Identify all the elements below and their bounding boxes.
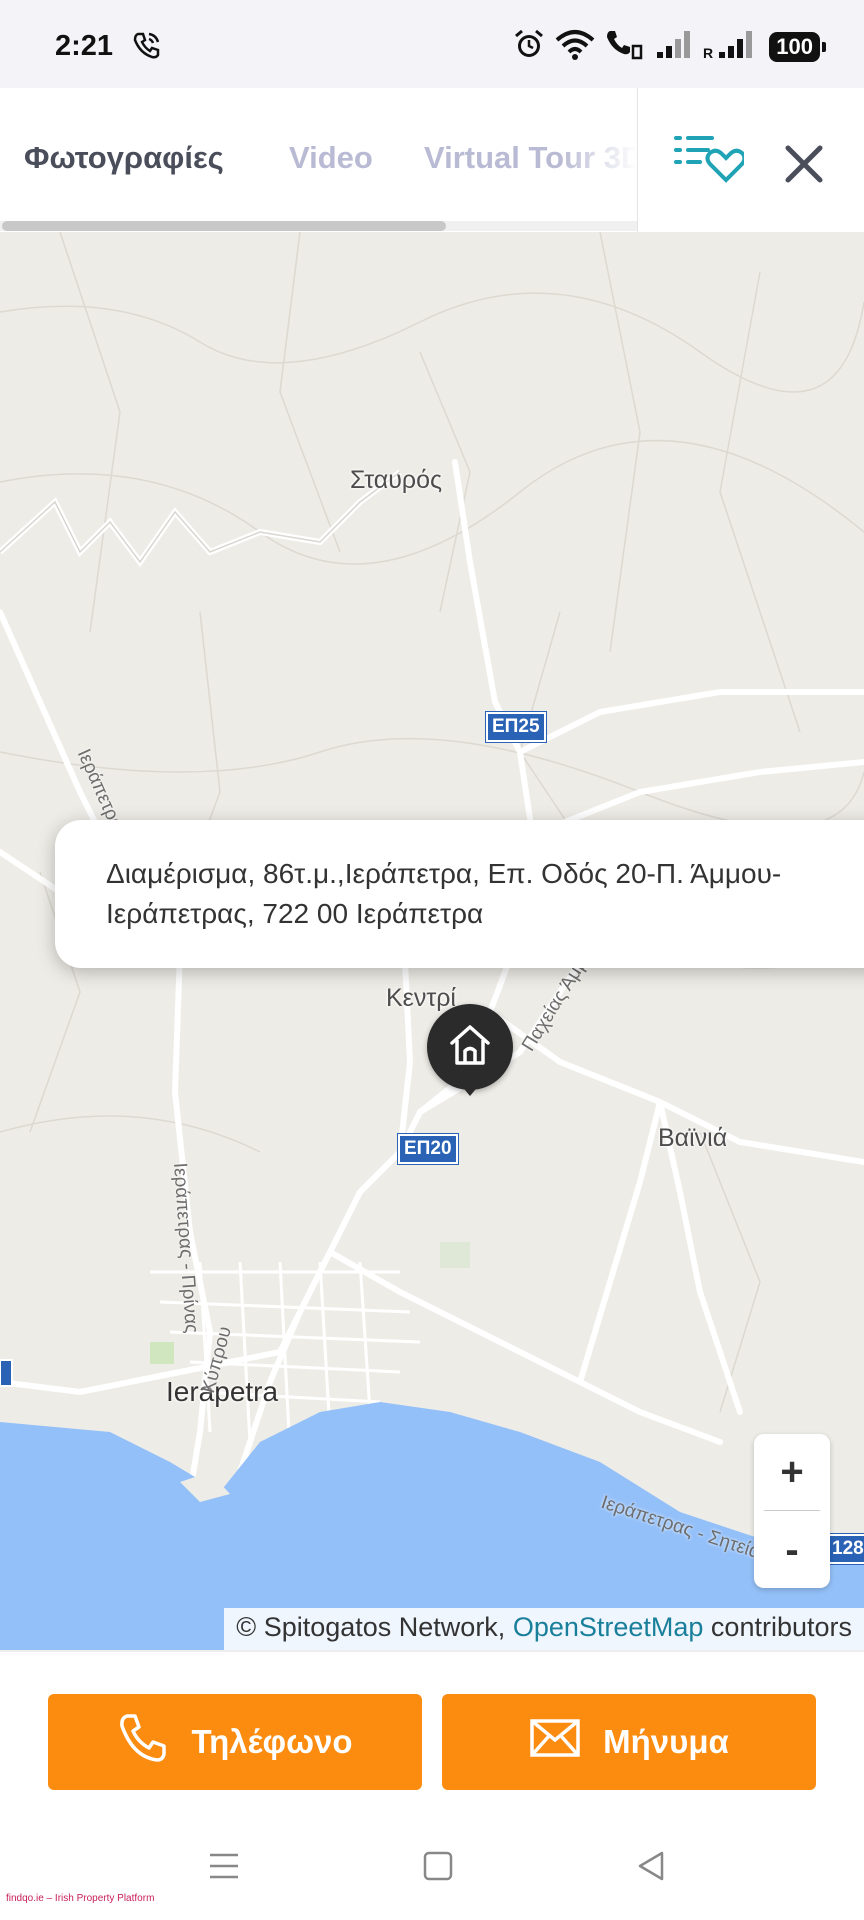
zoom-in-button[interactable]: +	[754, 1434, 830, 1510]
wifi-calling-icon	[132, 30, 162, 65]
tab-list: Φωτογραφίες Video Virtual Tour 3D	[0, 88, 637, 232]
road-shield-ep20: ΕΠ20	[397, 1133, 459, 1165]
address-text: Διαμέρισμα, 86τ.μ.,Ιεράπετρα, Επ. Οδός 2…	[106, 858, 782, 929]
roaming-signal-icon: R	[703, 28, 759, 65]
media-tab-bar: Φωτογραφίες Video Virtual Tour 3D	[0, 88, 864, 232]
tab-scroll-indicator[interactable]	[2, 221, 446, 231]
contact-actions: Τηλέφωνο Μήνυμα	[0, 1650, 864, 1810]
attribution-suffix: contributors	[703, 1612, 852, 1642]
place-label-vainia: Βαϊνιά	[658, 1124, 728, 1152]
message-button[interactable]: Μήνυμα	[442, 1694, 816, 1790]
alarm-icon	[513, 28, 545, 65]
phone-button-label: Τηλέφωνο	[191, 1723, 353, 1760]
signal-icon	[655, 28, 693, 65]
map-attribution: © Spitogatos Network, OpenStreetMap cont…	[224, 1608, 864, 1650]
watermark: findqo.ie – Irish Property Platform	[6, 1893, 155, 1904]
svg-text:R: R	[703, 45, 713, 60]
status-time: 2:21	[55, 30, 114, 62]
message-button-label: Μήνυμα	[603, 1723, 729, 1760]
road-shield-ep25: ΕΠ25	[485, 711, 547, 743]
home-nav-icon[interactable]	[422, 1850, 454, 1887]
envelope-icon	[529, 1718, 581, 1766]
property-marker[interactable]	[427, 1004, 513, 1096]
openstreetmap-link[interactable]: OpenStreetMap	[513, 1612, 704, 1642]
address-popup[interactable]: Διαμέρισμα, 86τ.μ.,Ιεράπετρα, Επ. Οδός 2…	[55, 820, 864, 968]
divider	[637, 88, 638, 232]
back-nav-icon[interactable]	[636, 1850, 668, 1887]
battery-icon: 100	[769, 31, 826, 62]
attribution-prefix: © Spitogatos Network,	[236, 1612, 513, 1642]
favorites-list-button[interactable]	[670, 128, 747, 192]
zoom-out-button[interactable]: -	[754, 1512, 830, 1588]
close-button[interactable]	[778, 140, 830, 192]
status-bar: 2:21 R 100	[0, 0, 864, 88]
zoom-divider	[764, 1510, 820, 1511]
tab-photos[interactable]: Φωτογραφίες	[24, 140, 224, 176]
phone-button[interactable]: Τηλέφωνο	[48, 1694, 422, 1790]
close-icon	[784, 144, 824, 189]
list-heart-icon	[672, 132, 747, 189]
wifi-icon	[555, 28, 595, 65]
place-label-stavros: Σταυρός	[350, 466, 443, 494]
location-map[interactable]: Σταυρός Κεντρί Βαϊνιά Ierapetra Ιεράπετρ…	[0, 232, 864, 1650]
place-label-kentri: Κεντρί	[386, 984, 456, 1012]
volte-icon	[605, 28, 645, 65]
road-shield-right-edge: 128	[825, 1533, 864, 1565]
zoom-control: + -	[754, 1434, 830, 1588]
recent-apps-icon[interactable]	[208, 1850, 240, 1887]
tab-video[interactable]: Video	[289, 140, 373, 176]
home-icon	[446, 1021, 494, 1074]
tab-fade	[560, 88, 637, 220]
phone-icon	[117, 1712, 169, 1772]
